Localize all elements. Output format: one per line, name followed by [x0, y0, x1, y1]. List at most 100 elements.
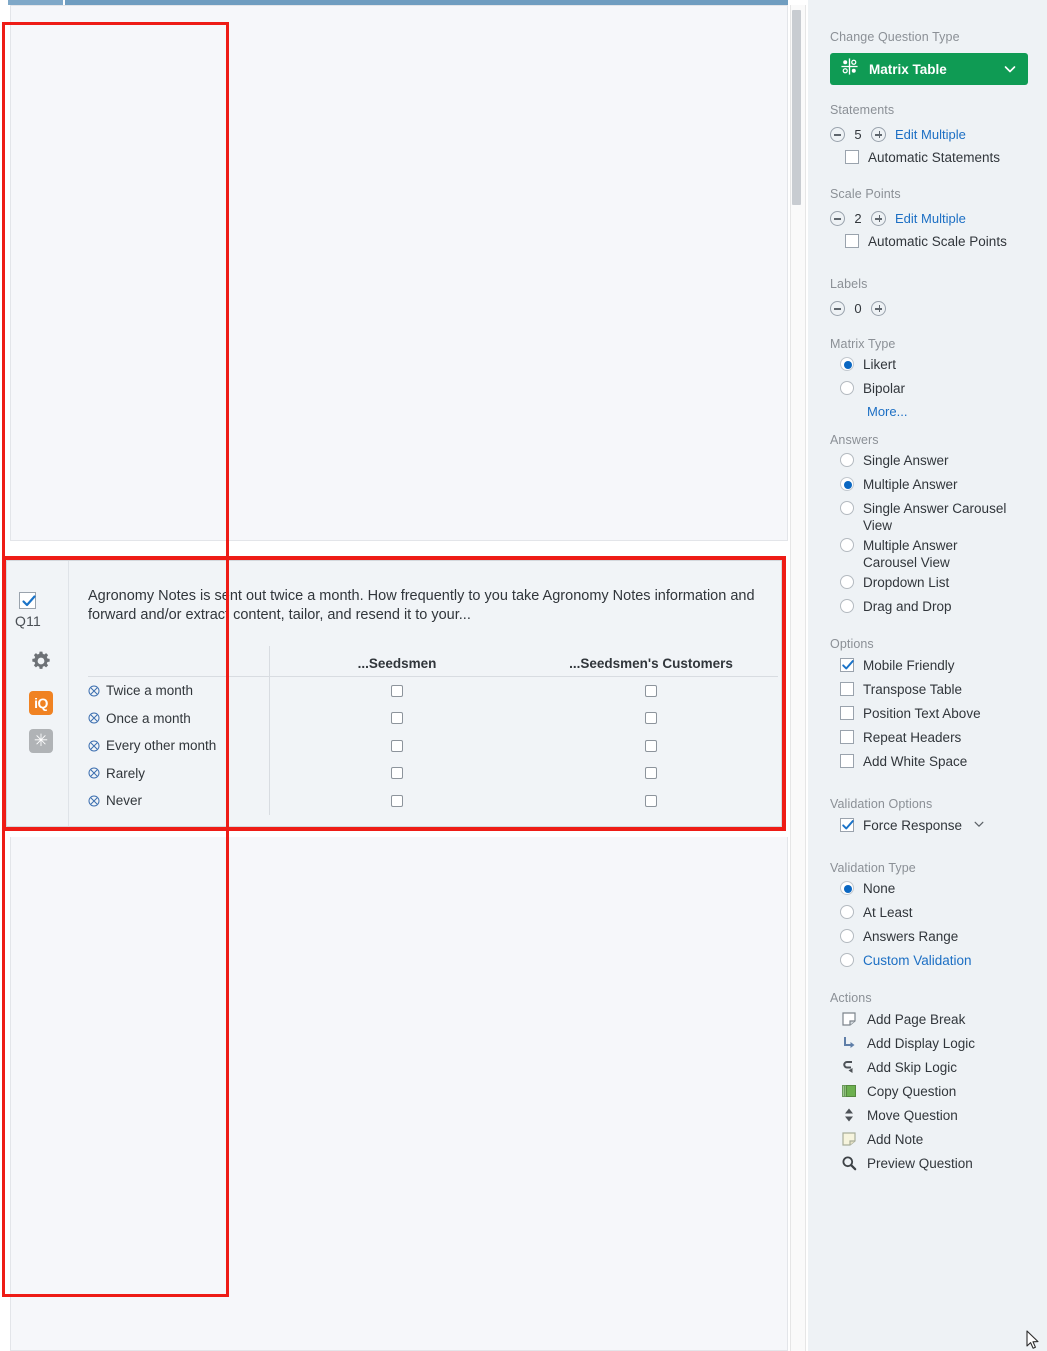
answers-option-single-answer[interactable]: Single Answer — [811, 449, 1042, 473]
option-position-text-above[interactable]: Position Text Above — [811, 701, 1042, 725]
validation-force-response-row[interactable]: Force Response — [811, 813, 1042, 837]
statements-edit-multiple-link[interactable]: Edit Multiple — [895, 127, 966, 142]
option-transpose-table[interactable]: Transpose Table — [811, 677, 1042, 701]
action-move-question[interactable]: Move Question — [811, 1103, 1042, 1127]
matrix-cell[interactable] — [270, 712, 524, 725]
radio-bipolar[interactable] — [840, 381, 854, 395]
note-icon — [841, 1131, 857, 1147]
answers-option-dropdown-list[interactable]: Dropdown List — [811, 571, 1042, 595]
checkbox-repeat-headers[interactable] — [840, 730, 854, 744]
statements-decrement-button[interactable] — [830, 126, 845, 142]
option-label-position-text-above: Position Text Above — [863, 705, 981, 721]
display-logic-icon — [841, 1035, 857, 1051]
matrix-type-label-bipolar: Bipolar — [863, 381, 906, 396]
mouse-cursor — [1026, 1330, 1040, 1351]
matrix-cell[interactable] — [524, 767, 778, 780]
validation-type-option-answers-range[interactable]: Answers Range — [811, 925, 1042, 949]
scale-points-edit-multiple-link[interactable]: Edit Multiple — [895, 211, 966, 226]
matrix-column-header-1: ...Seedsmen — [357, 656, 437, 671]
matrix-cell[interactable] — [270, 684, 524, 697]
validation-type-option-at-least[interactable]: At Least — [811, 901, 1042, 925]
radio-validation-custom[interactable] — [840, 953, 854, 967]
matrix-cell[interactable] — [524, 794, 778, 807]
automatic-statements-row[interactable]: Automatic Statements — [811, 145, 1042, 169]
automatic-statements-checkbox[interactable] — [845, 150, 859, 164]
checkbox-mobile-friendly[interactable] — [840, 658, 854, 672]
action-add-note[interactable]: Add Note — [811, 1127, 1042, 1151]
labels-decrement-button[interactable] — [830, 300, 845, 316]
radio-single-answer[interactable] — [840, 453, 854, 467]
chevron-down-icon[interactable] — [973, 818, 985, 833]
action-label-add-page-break: Add Page Break — [867, 1011, 966, 1027]
scale-points-increment-button[interactable] — [871, 210, 886, 226]
matrix-cell[interactable] — [524, 739, 778, 752]
answers-label-drag-and-drop: Drag and Drop — [863, 599, 952, 614]
matrix-type-more-link[interactable]: More... — [811, 401, 1042, 423]
action-preview-question[interactable]: Preview Question — [811, 1151, 1042, 1175]
action-label-preview-question: Preview Question — [867, 1155, 973, 1171]
matrix-checkbox[interactable] — [391, 684, 403, 697]
matrix-checkbox[interactable] — [645, 684, 657, 697]
matrix-checkbox[interactable] — [645, 739, 657, 752]
chevron-down-icon — [1003, 62, 1017, 81]
action-copy-question[interactable]: Copy Question — [811, 1079, 1042, 1103]
canvas-scrollbar-thumb[interactable] — [792, 10, 801, 205]
automatic-scale-points-checkbox[interactable] — [845, 234, 859, 248]
radio-drag-and-drop[interactable] — [840, 599, 854, 613]
validation-type-option-custom-validation[interactable]: Custom Validation — [811, 949, 1042, 973]
checkbox-transpose-table[interactable] — [840, 682, 854, 696]
validation-force-response-label: Force Response — [863, 817, 963, 833]
labels-stepper: 0 — [811, 293, 1042, 319]
matrix-checkbox[interactable] — [645, 767, 657, 780]
radio-validation-at-least[interactable] — [840, 905, 854, 919]
section-label-change-question-type: Change Question Type — [830, 30, 960, 44]
matrix-cell[interactable] — [270, 794, 524, 807]
validation-type-label-custom-validation[interactable]: Custom Validation — [863, 949, 972, 969]
answers-option-single-answer-carousel[interactable]: Single Answer Carousel View — [811, 497, 1042, 534]
canvas-scrollbar-track[interactable] — [790, 5, 806, 1351]
checkbox-force-response[interactable] — [840, 818, 854, 832]
matrix-cell[interactable] — [270, 767, 524, 780]
automatic-scale-points-row[interactable]: Automatic Scale Points — [811, 229, 1042, 253]
scale-points-decrement-button[interactable] — [830, 210, 845, 226]
checkbox-add-white-space[interactable] — [840, 754, 854, 768]
action-add-page-break[interactable]: Add Page Break — [811, 1007, 1042, 1031]
matrix-type-label-likert: Likert — [863, 357, 897, 372]
radio-validation-none[interactable] — [840, 881, 854, 895]
matrix-checkbox[interactable] — [391, 739, 403, 752]
matrix-checkbox[interactable] — [391, 712, 403, 725]
matrix-checkbox[interactable] — [391, 767, 403, 780]
option-add-white-space[interactable]: Add White Space — [811, 749, 1042, 773]
radio-multiple-answer[interactable] — [840, 477, 854, 491]
radio-single-answer-carousel[interactable] — [840, 501, 854, 515]
option-label-transpose-table: Transpose Table — [863, 681, 963, 697]
matrix-checkbox[interactable] — [645, 712, 657, 725]
matrix-checkbox[interactable] — [391, 794, 403, 807]
matrix-type-option-likert[interactable]: Likert — [811, 353, 1042, 377]
answers-option-drag-and-drop[interactable]: Drag and Drop — [811, 595, 1042, 619]
answers-option-multiple-answer[interactable]: Multiple Answer — [811, 473, 1042, 497]
matrix-type-option-bipolar[interactable]: Bipolar — [811, 377, 1042, 401]
question-type-dropdown[interactable]: Matrix Table — [830, 53, 1028, 85]
radio-multiple-answer-carousel[interactable] — [840, 538, 854, 552]
radio-validation-answers-range[interactable] — [840, 929, 854, 943]
matrix-cell[interactable] — [524, 684, 778, 697]
option-mobile-friendly[interactable]: Mobile Friendly — [811, 653, 1042, 677]
radio-likert[interactable] — [840, 357, 854, 371]
labels-increment-button[interactable] — [871, 300, 886, 316]
option-repeat-headers[interactable]: Repeat Headers — [811, 725, 1042, 749]
matrix-checkbox[interactable] — [645, 794, 657, 807]
answers-label-single-answer-carousel: Single Answer Carousel View — [863, 501, 1007, 533]
validation-type-option-none[interactable]: None — [811, 877, 1042, 901]
action-add-skip-logic[interactable]: Add Skip Logic — [811, 1055, 1042, 1079]
matrix-cell[interactable] — [270, 739, 524, 752]
radio-dropdown-list[interactable] — [840, 575, 854, 589]
section-label-options: Options — [830, 637, 874, 651]
checkbox-position-text-above[interactable] — [840, 706, 854, 720]
page-break-icon — [841, 1011, 857, 1027]
matrix-cell[interactable] — [524, 712, 778, 725]
statements-increment-button[interactable] — [871, 126, 886, 142]
action-add-display-logic[interactable]: Add Display Logic — [811, 1031, 1042, 1055]
answers-option-multiple-answer-carousel[interactable]: Multiple Answer Carousel View — [811, 534, 1042, 571]
section-label-actions: Actions — [830, 991, 872, 1005]
